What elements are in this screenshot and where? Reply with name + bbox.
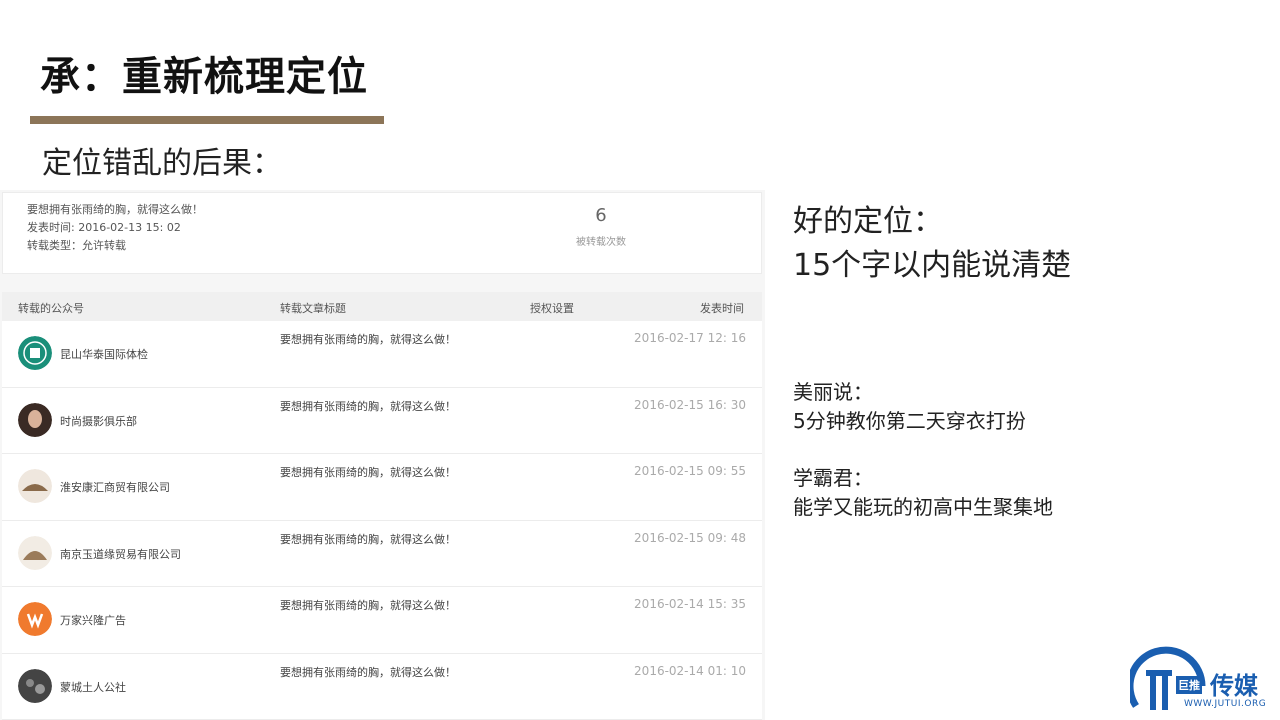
case-description: 能学又能玩的初高中生聚集地 — [793, 495, 1053, 519]
account-avatar — [18, 602, 52, 636]
account-avatar — [18, 336, 52, 370]
account-name: 南京玉道缘贸易有限公司 — [60, 547, 181, 561]
account-name: 蒙城土人公社 — [60, 680, 126, 694]
article-title: 要想拥有张雨绮的胸，就得这么做！ — [27, 203, 203, 216]
repost-count-label: 被转载次数 — [576, 237, 626, 248]
header-time: 发表时间 — [700, 302, 744, 315]
account-name: 昆山华泰国际体检 — [60, 348, 148, 361]
case-xuebajun: 学霸君： 能学又能玩的初高中生聚集地 — [793, 464, 1053, 522]
repost-article-title: 要想拥有张雨绮的胸，就得这么做！ — [280, 466, 456, 479]
slide-title: 承：重新梳理定位 — [40, 54, 368, 100]
table-row[interactable]: 淮安康汇商贸有限公司 要想拥有张雨绮的胸，就得这么做！ 2016-02-15 0… — [2, 454, 762, 521]
repost-article-title: 要想拥有张雨绮的胸，就得这么做！ — [280, 333, 456, 346]
slide-subtitle: 定位错乱的后果： — [42, 146, 282, 181]
repost-stats-screenshot: 要想拥有张雨绮的胸，就得这么做！ 发表时间: 2016-02-13 15: 02… — [0, 190, 765, 720]
repost-time: 2016-02-15 09: 55 — [634, 464, 746, 478]
header-auth: 授权设置 — [530, 302, 574, 315]
repost-time: 2016-02-15 16: 30 — [634, 397, 746, 412]
article-info-card: 要想拥有张雨绮的胸，就得这么做！ 发表时间: 2016-02-13 15: 02… — [2, 192, 762, 274]
table-header: 转载的公众号 转载文章标题 授权设置 发表时间 — [2, 292, 762, 321]
account-avatar — [18, 535, 52, 570]
logo-tag: 巨推 — [1176, 676, 1202, 694]
case-name: 美丽说： — [793, 380, 873, 404]
repost-table: 转载的公众号 转载文章标题 授权设置 发表时间 昆山华泰国际体检 要想拥有张雨绮… — [2, 292, 762, 720]
table-row[interactable]: 万家兴隆广告 要想拥有张雨绮的胸，就得这么做！ 2016-02-14 15: 3… — [2, 587, 762, 654]
repost-article-title: 要想拥有张雨绮的胸，就得这么做！ — [280, 399, 456, 413]
repost-count: 6 — [595, 205, 607, 226]
repost-time: 2016-02-17 12: 16 — [634, 331, 746, 345]
account-avatar — [18, 402, 52, 437]
repost-article-title: 要想拥有张雨绮的胸，就得这么做！ — [280, 665, 456, 679]
repost-time: 2016-02-14 01: 10 — [634, 663, 746, 678]
case-description: 5分钟教你第二天穿衣打扮 — [793, 409, 1026, 433]
account-avatar — [18, 469, 52, 503]
article-repost-type: 转载类型：允许转载 — [27, 239, 126, 252]
case-meilishuo: 美丽说： 5分钟教你第二天穿衣打扮 — [793, 378, 1026, 436]
repost-time: 2016-02-14 15: 35 — [634, 597, 746, 611]
good-positioning-line1: 好的定位： — [793, 204, 943, 239]
article-publish-time: 发表时间: 2016-02-13 15: 02 — [27, 221, 181, 234]
table-row[interactable]: 南京玉道缘贸易有限公司 要想拥有张雨绮的胸，就得这么做！ 2016-02-15 … — [2, 520, 762, 587]
account-avatar — [18, 668, 52, 703]
repost-time: 2016-02-15 09: 48 — [634, 530, 746, 545]
title-underline-bar — [30, 116, 384, 124]
header-account: 转载的公众号 — [18, 302, 84, 315]
account-name: 万家兴隆广告 — [60, 614, 126, 627]
account-name: 淮安康汇商贸有限公司 — [60, 481, 170, 494]
repost-article-title: 要想拥有张雨绮的胸，就得这么做！ — [280, 599, 456, 612]
good-positioning-heading: 好的定位： 15个字以内能说清楚 — [793, 200, 1071, 288]
logo-name: 传媒 — [1210, 672, 1258, 700]
header-article-title: 转载文章标题 — [280, 302, 346, 315]
logo-url: WWW.JUTUI.ORG — [1184, 699, 1267, 709]
table-row[interactable]: 蒙城土人公社 要想拥有张雨绮的胸，就得这么做！ 2016-02-14 01: 1… — [2, 653, 762, 720]
good-positioning-line2: 15个字以内能说清楚 — [793, 248, 1072, 283]
account-name: 时尚摄影俱乐部 — [60, 414, 137, 428]
table-row[interactable]: 时尚摄影俱乐部 要想拥有张雨绮的胸，就得这么做！ 2016-02-15 16: … — [2, 387, 762, 454]
table-row[interactable]: 昆山华泰国际体检 要想拥有张雨绮的胸，就得这么做！ 2016-02-17 12:… — [2, 321, 762, 388]
repost-article-title: 要想拥有张雨绮的胸，就得这么做！ — [280, 532, 456, 546]
case-name: 学霸君： — [793, 466, 873, 490]
